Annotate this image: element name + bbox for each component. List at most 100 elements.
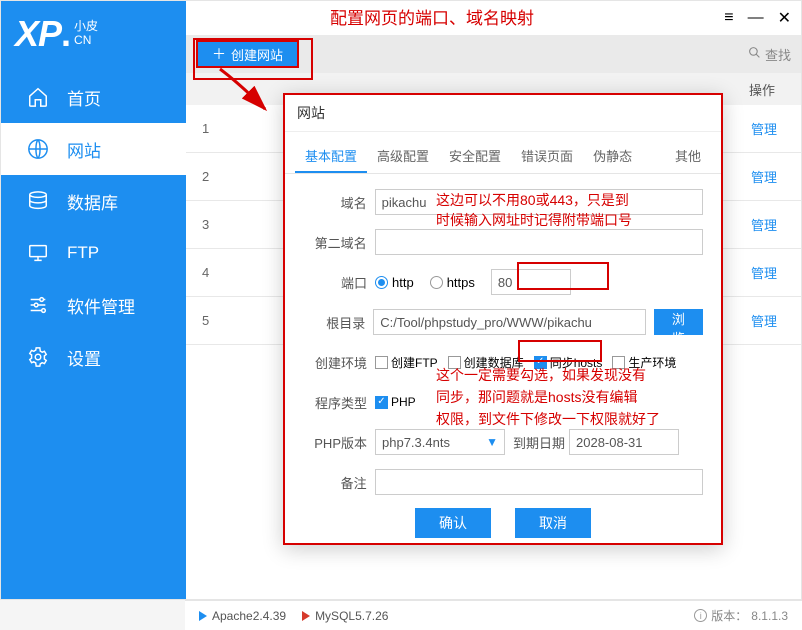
tab-rewrite[interactable]: 伪静态 bbox=[583, 140, 642, 173]
nav-label: 首页 bbox=[67, 85, 101, 110]
label-env: 创建环境 bbox=[303, 353, 367, 372]
form: 域名 第二域名 端口 http https 根目录 浏览 创建环境 创建FTP … bbox=[285, 174, 721, 548]
service-apache[interactable]: Apache2.4.39 bbox=[199, 609, 286, 623]
phpver-select[interactable]: php7.3.4nts ▼ bbox=[375, 429, 505, 455]
nav-label: 软件管理 bbox=[67, 293, 135, 318]
home-icon bbox=[27, 86, 49, 108]
browse-button[interactable]: 浏览 bbox=[654, 309, 703, 335]
nav-label: 数据库 bbox=[67, 189, 118, 214]
apache-label: Apache2.4.39 bbox=[212, 609, 286, 623]
info-icon: i bbox=[694, 609, 707, 622]
sliders-icon bbox=[27, 294, 49, 316]
label-phpver: PHP版本 bbox=[303, 433, 367, 452]
cb-db[interactable]: 创建数据库 bbox=[448, 354, 524, 371]
tab-advanced[interactable]: 高级配置 bbox=[367, 140, 439, 173]
ok-button[interactable]: 确认 bbox=[415, 508, 491, 538]
create-site-button[interactable]: ＋ 创建网站 bbox=[196, 40, 299, 68]
row-num: 5 bbox=[202, 313, 232, 328]
radio-http-label: http bbox=[392, 275, 414, 290]
cb-php-label: PHP bbox=[391, 395, 416, 409]
port-input[interactable] bbox=[491, 269, 571, 295]
logo-sub: 小皮 CN bbox=[74, 19, 98, 47]
root-input[interactable] bbox=[373, 309, 646, 335]
minimize-icon[interactable]: — bbox=[748, 9, 764, 27]
service-mysql[interactable]: MySQL5.7.26 bbox=[302, 609, 388, 623]
cb-hosts[interactable]: 同步hosts bbox=[534, 354, 603, 371]
radio-https[interactable]: https bbox=[430, 275, 475, 290]
logo-dot: . bbox=[61, 13, 71, 55]
tab-other[interactable]: 其他 bbox=[665, 140, 711, 173]
create-site-modal: 网站 基本配置 高级配置 安全配置 错误页面 伪静态 其他 域名 第二域名 端口… bbox=[283, 93, 723, 545]
phpver-value: php7.3.4nts bbox=[382, 435, 450, 450]
ops-header: 操作 bbox=[749, 80, 775, 99]
tab-basic[interactable]: 基本配置 bbox=[295, 140, 367, 173]
label-port: 端口 bbox=[303, 273, 367, 292]
stop-icon bbox=[302, 611, 310, 621]
nav-database[interactable]: 数据库 bbox=[1, 175, 186, 227]
logo: XP . 小皮 CN bbox=[1, 1, 186, 61]
tab-security[interactable]: 安全配置 bbox=[439, 140, 511, 173]
nav-website[interactable]: 网站 bbox=[1, 123, 186, 175]
row-num: 4 bbox=[202, 265, 232, 280]
manage-link[interactable]: 管理 bbox=[751, 263, 777, 282]
version-value: 8.1.1.3 bbox=[751, 609, 788, 623]
nav-label: FTP bbox=[67, 243, 99, 263]
nav: 首页 网站 数据库 FTP 软件管理 设置 bbox=[1, 71, 186, 383]
search-button[interactable]: 查找 bbox=[748, 45, 791, 64]
plus-icon: ＋ bbox=[212, 44, 226, 64]
logo-small-top: 小皮 bbox=[74, 19, 98, 33]
expire-input[interactable] bbox=[569, 429, 679, 455]
cancel-button[interactable]: 取消 bbox=[515, 508, 591, 538]
logo-small-bottom: CN bbox=[74, 33, 98, 47]
mysql-label: MySQL5.7.26 bbox=[315, 609, 388, 623]
cb-ftp-label: 创建FTP bbox=[391, 354, 438, 371]
label-expire: 到期日期 bbox=[513, 433, 565, 452]
version-label: 版本： bbox=[711, 607, 747, 624]
radio-https-label: https bbox=[447, 275, 475, 290]
nav-settings[interactable]: 设置 bbox=[1, 331, 186, 383]
label-type: 程序类型 bbox=[303, 393, 367, 412]
manage-link[interactable]: 管理 bbox=[751, 119, 777, 138]
modal-tabs: 基本配置 高级配置 安全配置 错误页面 伪静态 其他 bbox=[285, 132, 721, 174]
search-label: 查找 bbox=[765, 45, 791, 64]
tab-error[interactable]: 错误页面 bbox=[511, 140, 583, 173]
row-num: 3 bbox=[202, 217, 232, 232]
domain-input[interactable] bbox=[375, 189, 703, 215]
manage-link[interactable]: 管理 bbox=[751, 311, 777, 330]
manage-link[interactable]: 管理 bbox=[751, 167, 777, 186]
sidebar: XP . 小皮 CN 首页 网站 数据库 FTP bbox=[1, 1, 186, 599]
database-icon bbox=[27, 190, 49, 212]
cb-prod[interactable]: 生产环境 bbox=[612, 354, 676, 371]
gear-icon bbox=[27, 346, 49, 368]
nav-home[interactable]: 首页 bbox=[1, 71, 186, 123]
cb-prod-label: 生产环境 bbox=[628, 354, 676, 371]
cb-ftp[interactable]: 创建FTP bbox=[375, 354, 438, 371]
close-icon[interactable]: ✕ bbox=[778, 8, 791, 28]
status-bar: Apache2.4.39 MySQL5.7.26 i 版本： 8.1.1.3 bbox=[185, 600, 802, 630]
remark-input[interactable] bbox=[375, 469, 703, 495]
nav-label: 网站 bbox=[67, 137, 101, 162]
cb-php[interactable]: PHP bbox=[375, 395, 416, 409]
radio-http[interactable]: http bbox=[375, 275, 414, 290]
create-site-label: 创建网站 bbox=[231, 45, 283, 64]
nav-ftp[interactable]: FTP bbox=[1, 227, 186, 279]
monitor-icon bbox=[27, 242, 49, 264]
manage-link[interactable]: 管理 bbox=[751, 215, 777, 234]
annotation-top: 配置网页的端口、域名映射 bbox=[330, 4, 534, 29]
label-remark: 备注 bbox=[303, 473, 367, 492]
menu-icon[interactable]: ≡ bbox=[724, 9, 733, 27]
domain2-input[interactable] bbox=[375, 229, 703, 255]
globe-icon bbox=[27, 138, 49, 160]
cb-hosts-label: 同步hosts bbox=[550, 354, 603, 371]
search-icon bbox=[748, 46, 761, 62]
play-icon bbox=[199, 611, 207, 621]
label-domain: 域名 bbox=[303, 193, 367, 212]
cb-db-label: 创建数据库 bbox=[464, 354, 524, 371]
nav-software[interactable]: 软件管理 bbox=[1, 279, 186, 331]
chevron-down-icon: ▼ bbox=[486, 435, 498, 449]
row-num: 2 bbox=[202, 169, 232, 184]
label-domain2: 第二域名 bbox=[303, 233, 367, 252]
toolbar: ＋ 创建网站 查找 bbox=[186, 35, 801, 73]
modal-title: 网站 bbox=[285, 95, 721, 132]
version: i 版本： 8.1.1.3 bbox=[694, 607, 788, 624]
